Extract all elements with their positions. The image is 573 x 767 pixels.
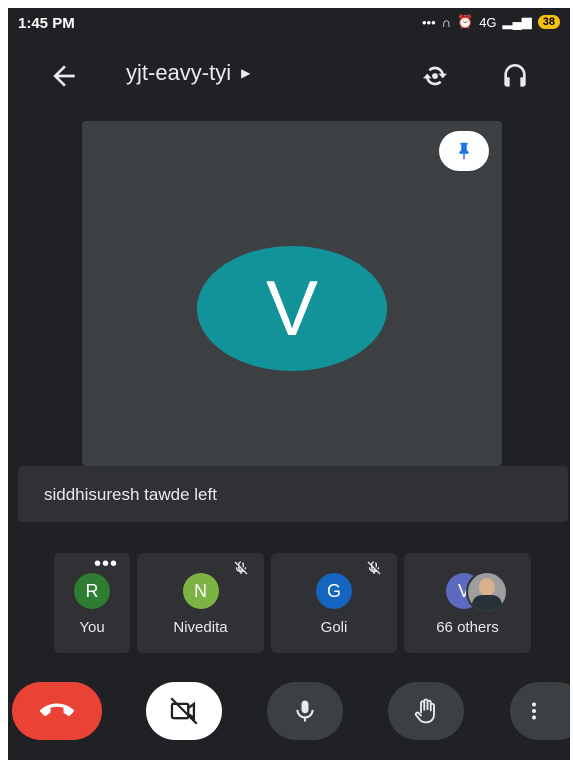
participant-name: 66 others bbox=[436, 619, 499, 636]
participant-tile-others[interactable]: V 66 others bbox=[404, 553, 531, 653]
end-call-icon bbox=[40, 703, 74, 717]
alarm-icon: ⏰ bbox=[457, 14, 474, 29]
participant-tile-nivedita[interactable]: N Nivedita bbox=[137, 553, 264, 653]
status-bar: 1:45 PM ••• ∩ ⏰ 4G ▂▄▆ 38 bbox=[8, 8, 570, 40]
pin-button[interactable] bbox=[439, 131, 489, 171]
status-icons: ••• ∩ ⏰ 4G ▂▄▆ 38 bbox=[422, 14, 560, 30]
more-vert-icon bbox=[532, 702, 536, 720]
participant-photo-avatar bbox=[466, 571, 508, 613]
mic-off-icon bbox=[234, 561, 248, 575]
more-notifications-icon: ••• bbox=[422, 14, 436, 30]
participant-avatar: N bbox=[182, 573, 219, 609]
main-video-tile[interactable]: V bbox=[82, 121, 502, 466]
participant-name: Nivedita bbox=[173, 619, 228, 636]
participant-name: You bbox=[79, 619, 105, 636]
headphones-icon[interactable] bbox=[498, 60, 532, 92]
participant-tile-goli[interactable]: G Goli bbox=[271, 553, 397, 653]
caret-right-icon: ▶ bbox=[241, 66, 251, 80]
camera-toggle-button[interactable] bbox=[146, 682, 222, 740]
pin-icon bbox=[459, 142, 469, 160]
signal-icon: ▂▄▆ bbox=[502, 14, 532, 29]
participant-tile-you[interactable]: ••• R You bbox=[54, 553, 130, 653]
participant-avatar: R bbox=[74, 573, 110, 609]
participant-avatar: G bbox=[316, 573, 352, 609]
raise-hand-button[interactable] bbox=[388, 682, 464, 740]
hand-icon bbox=[414, 698, 435, 724]
more-options-button[interactable] bbox=[510, 682, 570, 740]
meeting-title[interactable]: yjt-eavy-tyi ▶ bbox=[126, 60, 250, 86]
top-bar: yjt-eavy-tyi ▶ bbox=[8, 48, 570, 104]
more-options-icon[interactable]: ••• bbox=[94, 554, 118, 574]
status-time: 1:45 PM bbox=[18, 15, 75, 32]
network-label: 4G bbox=[479, 14, 497, 30]
back-arrow-icon[interactable] bbox=[48, 60, 80, 92]
end-call-button[interactable] bbox=[12, 682, 102, 740]
switch-camera-icon[interactable] bbox=[418, 60, 452, 92]
main-participant-avatar: V bbox=[197, 246, 387, 371]
notification-text: siddhisuresh tawde left bbox=[44, 485, 217, 504]
battery-icon: 38 bbox=[537, 15, 560, 29]
meeting-code: yjt-eavy-tyi bbox=[126, 60, 232, 85]
microphone-icon bbox=[296, 700, 314, 722]
participant-name: Goli bbox=[320, 619, 348, 636]
headphones-status-icon: ∩ bbox=[441, 14, 451, 30]
participant-left-notification: siddhisuresh tawde left bbox=[18, 466, 568, 522]
meet-screen: 1:45 PM ••• ∩ ⏰ 4G ▂▄▆ 38 yjt-eavy-tyi ▶ bbox=[8, 8, 570, 760]
microphone-button[interactable] bbox=[267, 682, 343, 740]
camera-off-icon bbox=[170, 697, 198, 725]
mic-off-icon bbox=[367, 561, 381, 575]
